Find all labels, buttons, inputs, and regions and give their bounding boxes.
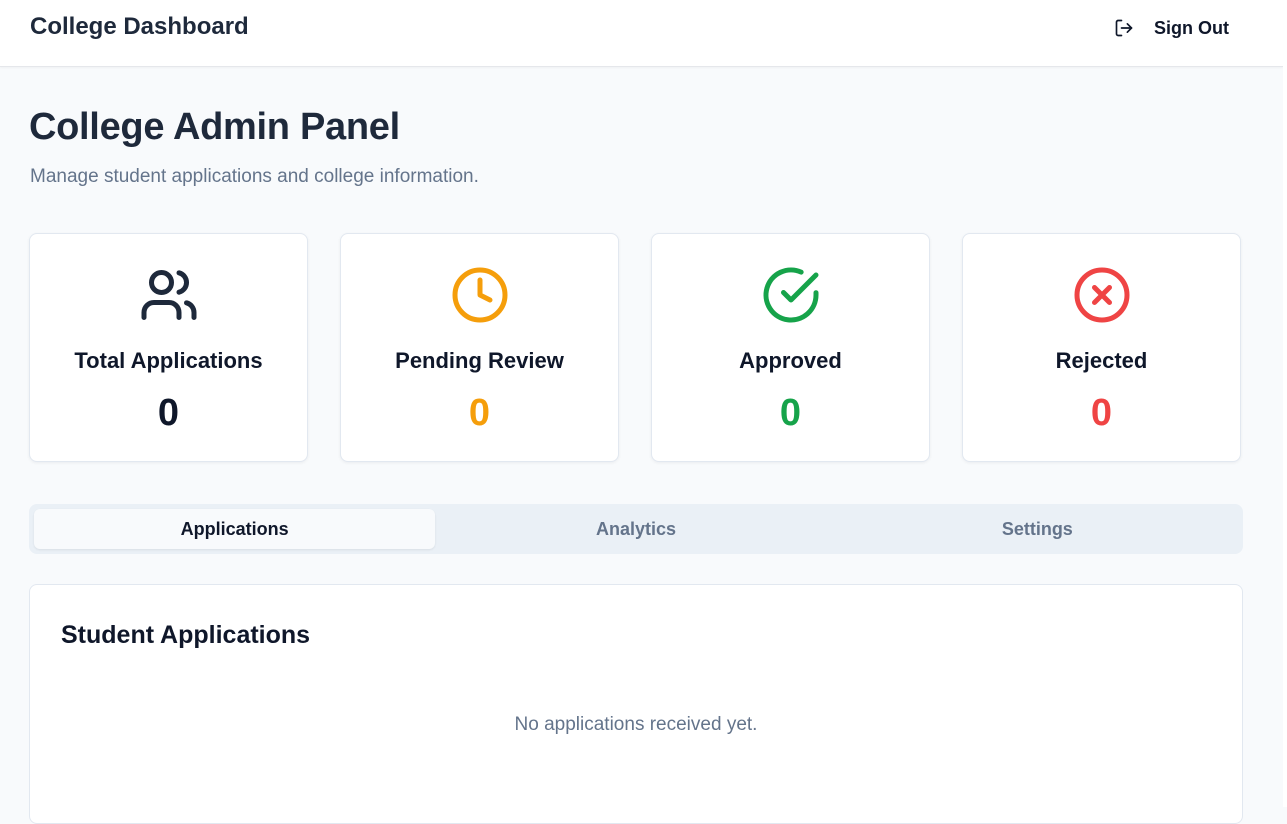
clock-icon [341, 265, 618, 325]
stat-card-total-applications: Total Applications 0 [29, 233, 308, 462]
stat-card-rejected: Rejected 0 [962, 233, 1241, 462]
stat-value: 0 [468, 392, 491, 434]
stat-card-pending-review: Pending Review 0 [340, 233, 619, 462]
page-subtitle: Manage student applications and college … [30, 166, 479, 187]
tab-list: Applications Analytics Settings [29, 504, 1243, 554]
stat-label: Pending Review [395, 348, 564, 373]
stat-card-approved: Approved 0 [651, 233, 930, 462]
stat-value: 0 [779, 392, 802, 434]
sign-out-button[interactable]: Sign Out [1104, 10, 1234, 46]
users-icon [30, 265, 307, 325]
stat-label: Rejected [1055, 348, 1148, 373]
tab-analytics[interactable]: Analytics [435, 509, 836, 549]
empty-state-message: No applications received yet. [514, 714, 758, 735]
sign-out-label: Sign Out [1154, 17, 1229, 38]
check-circle-icon [652, 265, 929, 325]
tab-settings[interactable]: Settings [837, 509, 1238, 549]
stat-label: Total Applications [74, 348, 263, 373]
app-title: College Dashboard [30, 13, 249, 40]
page-title: College Admin Panel [29, 106, 400, 148]
panel-title: Student Applications [61, 621, 311, 649]
right-edge [1283, 0, 1287, 807]
stat-label: Approved [739, 348, 842, 373]
top-navbar: College Dashboard Sign Out [0, 0, 1283, 67]
sign-out-icon [1114, 18, 1134, 38]
tab-applications[interactable]: Applications [34, 509, 436, 549]
x-circle-icon [963, 265, 1240, 325]
stat-value: 0 [157, 392, 180, 434]
student-applications-panel: Student Applications No applications rec… [29, 584, 1243, 824]
stat-value: 0 [1090, 392, 1113, 434]
